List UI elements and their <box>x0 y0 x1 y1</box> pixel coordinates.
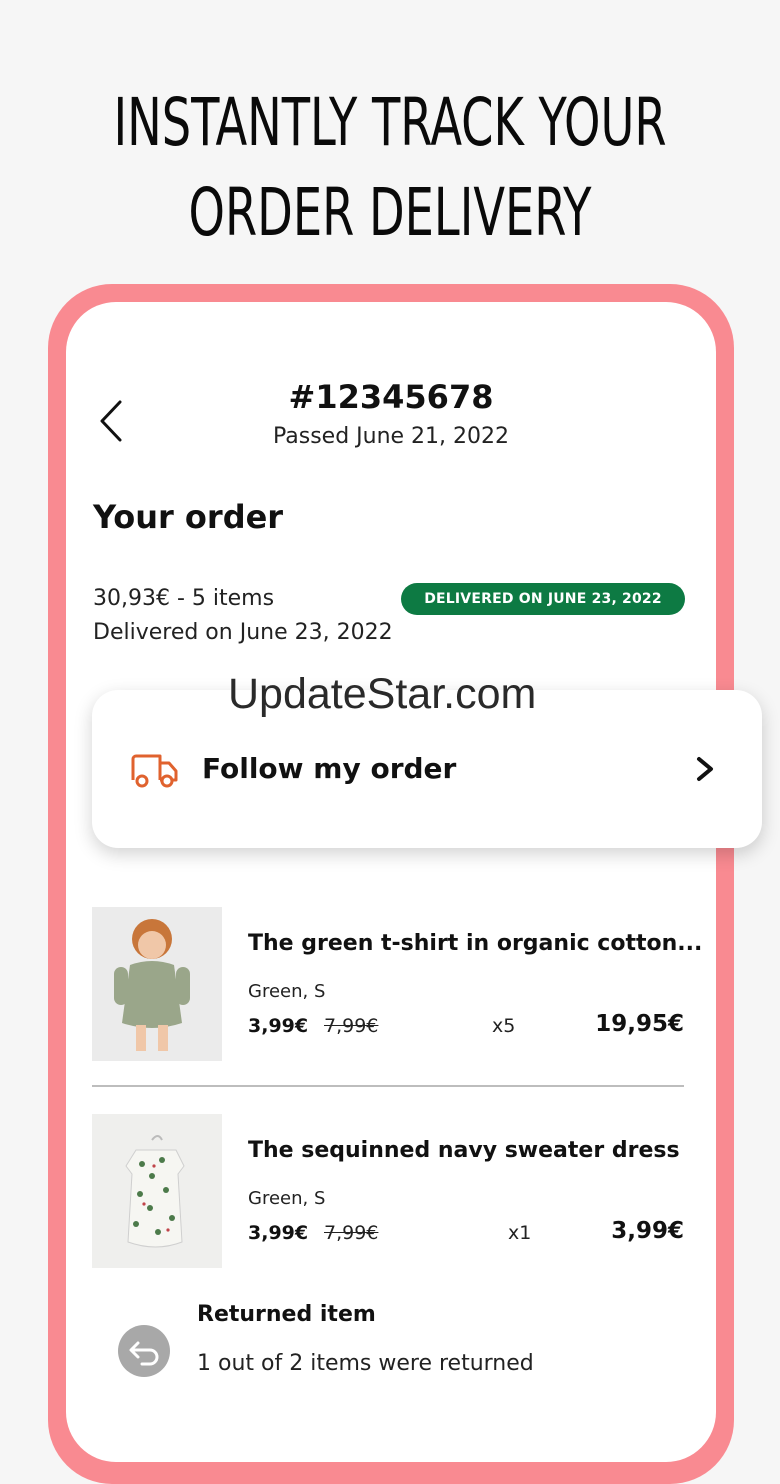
order-date: Passed June 21, 2022 <box>272 424 510 449</box>
product-total: 19,95€ <box>595 1011 684 1037</box>
order-number: #12345678 <box>288 378 494 416</box>
product-old-price: 7,99€ <box>324 1222 379 1244</box>
product-old-price: 7,99€ <box>324 1015 379 1037</box>
product-quantity: x1 <box>508 1222 532 1244</box>
product-quantity: x5 <box>492 1015 516 1037</box>
headline-line-1: INSTANTLY TRACK YOUR <box>113 84 667 161</box>
product-price: 3,99€ <box>248 1222 309 1244</box>
phone-screen: #12345678 Passed June 21, 2022 Your orde… <box>66 302 716 1462</box>
product-price: 3,99€ <box>248 1015 309 1037</box>
status-badge: DELIVERED ON JUNE 23, 2022 <box>401 583 685 615</box>
child-dress-image <box>92 907 222 1061</box>
follow-order-label: Follow my order <box>202 752 457 785</box>
truck-icon <box>131 754 178 788</box>
returned-item-subtitle: 1 out of 2 items were returned <box>197 1351 534 1376</box>
product-image <box>92 1114 222 1268</box>
divider <box>92 1085 684 1087</box>
product-variant: Green, S <box>248 1188 326 1209</box>
product-total: 3,99€ <box>611 1218 684 1244</box>
product-image <box>92 907 222 1061</box>
headline: INSTANTLY TRACK YOUR ORDER DELIVERY <box>0 78 780 258</box>
chevron-right-icon <box>697 757 713 781</box>
product-variant: Green, S <box>248 981 326 1002</box>
section-title: Your order <box>93 498 284 536</box>
product-name: The green t-shirt in organic cotton... <box>248 931 703 956</box>
product-name: The sequinned navy sweater dress <box>248 1138 680 1163</box>
headline-line-2: ORDER DELIVERY <box>188 174 592 251</box>
returned-item-title: Returned item <box>197 1302 376 1327</box>
return-arrow-icon <box>118 1325 170 1377</box>
watermark: UpdateStar.com <box>228 670 537 718</box>
delivered-date: Delivered on June 23, 2022 <box>93 620 393 645</box>
order-summary: 30,93€ - 5 items <box>93 586 275 611</box>
floral-dress-image <box>92 1114 222 1268</box>
